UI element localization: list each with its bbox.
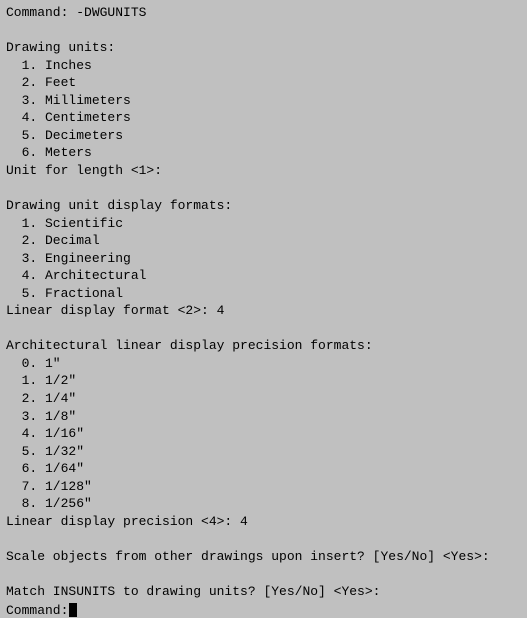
command-prompt: Command:	[6, 603, 68, 618]
command-input-line[interactable]: Command:	[6, 603, 521, 618]
cursor	[69, 603, 77, 617]
terminal-window: Command: -DWGUNITS Drawing units: 1. Inc…	[0, 0, 527, 569]
terminal-output: Command: -DWGUNITS Drawing units: 1. Inc…	[6, 4, 521, 601]
